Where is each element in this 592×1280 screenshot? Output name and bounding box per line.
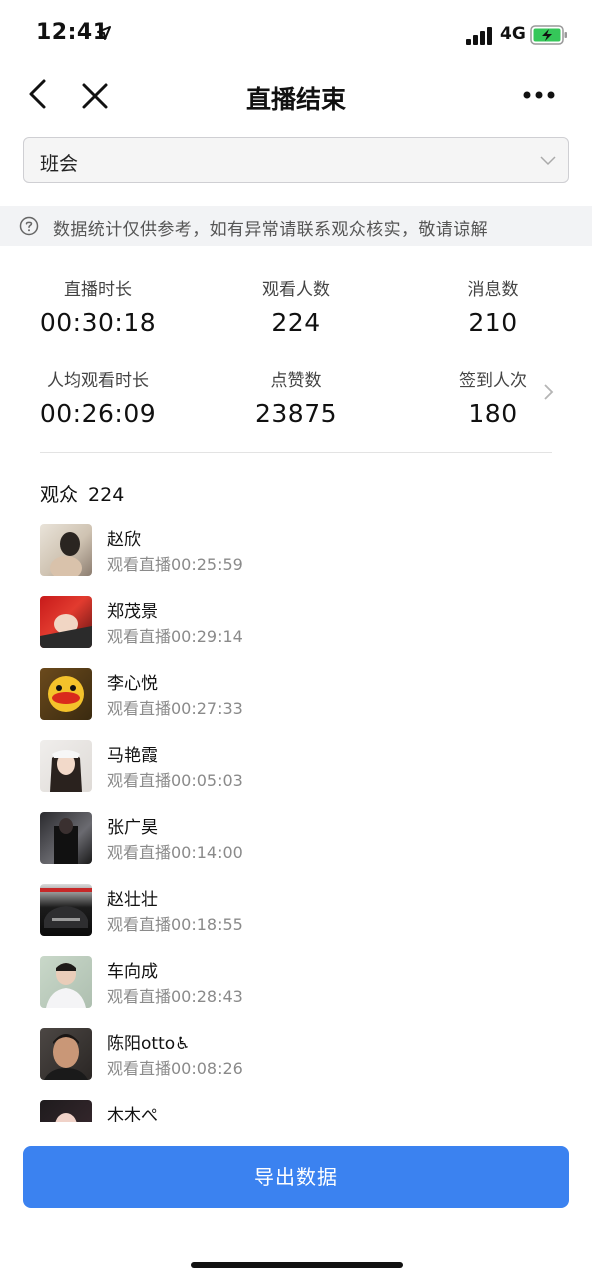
bottom-bar: 导出数据 <box>0 1122 592 1280</box>
page-title: 直播结束 <box>245 85 346 114</box>
stat-label: 点赞数 <box>270 371 322 391</box>
list-item[interactable]: 陈阳otto♿ 观看直播00:08:26 <box>40 1026 560 1086</box>
stat-value: 224 <box>271 308 321 337</box>
viewer-name: 赵欣 <box>107 530 141 550</box>
stat-label: 人均观看时长 <box>47 371 149 391</box>
viewer-watch-time: 观看直播00:08:26 <box>107 1059 243 1078</box>
nav-bar: 直播结束 <box>0 66 592 126</box>
stat-value: 23875 <box>254 399 338 428</box>
stat-avg-watch-duration: 人均观看时长 00:26:09 <box>8 366 188 428</box>
stat-value: 180 <box>468 399 518 428</box>
avatar <box>40 884 92 936</box>
stat-value: 00:26:09 <box>39 399 157 428</box>
network-label: 4G <box>500 24 526 44</box>
export-data-button[interactable]: 导出数据 <box>23 1146 569 1208</box>
notice-bar: 数据统计仅供参考，如有异常请联系观众核实，敬请谅解 <box>0 206 592 246</box>
battery-charging-icon <box>530 25 567 45</box>
viewer-name: 赵壮壮 <box>107 890 158 910</box>
viewer-watch-time: 观看直播00:25:59 <box>107 555 243 574</box>
list-item[interactable]: 车向成 观看直播00:28:43 <box>40 954 560 1014</box>
viewer-watch-time: 观看直播00:27:33 <box>107 699 243 718</box>
avatar <box>40 740 92 792</box>
avatar <box>40 596 92 648</box>
viewer-name: 郑茂景 <box>107 602 158 622</box>
avatar <box>40 524 92 576</box>
session-select[interactable]: 班会 <box>23 137 569 183</box>
stat-value: 00:30:18 <box>39 308 157 337</box>
avatar <box>40 812 92 864</box>
list-item[interactable]: 木木ぺ <box>40 1098 560 1122</box>
divider <box>40 452 552 453</box>
chevron-down-icon <box>540 156 556 166</box>
avatar <box>40 1028 92 1080</box>
audience-title: 观众 <box>40 484 79 506</box>
stat-label: 消息数 <box>467 280 519 300</box>
list-item[interactable]: 赵欣 观看直播00:25:59 <box>40 522 560 582</box>
stat-viewers: 观看人数 224 <box>206 275 386 337</box>
question-icon <box>19 216 39 236</box>
signal-icon <box>466 27 492 45</box>
avatar <box>40 668 92 720</box>
chevron-right-icon[interactable] <box>541 383 555 401</box>
avatar <box>40 1100 92 1122</box>
audience-count: 224 <box>88 484 125 506</box>
stat-messages: 消息数 210 <box>403 275 583 337</box>
status-bar: 12:41 4G <box>0 0 592 66</box>
stat-label: 观看人数 <box>262 280 330 300</box>
viewer-name: 陈阳otto♿ <box>107 1034 191 1054</box>
stat-live-duration: 直播时长 00:30:18 <box>8 275 188 337</box>
notice-text: 数据统计仅供参考，如有异常请联系观众核实，敬请谅解 <box>53 220 488 240</box>
location-arrow-icon <box>97 26 111 40</box>
list-item[interactable]: 李心悦 观看直播00:27:33 <box>40 666 560 726</box>
viewer-name: 张广昊 <box>107 818 158 838</box>
select-value: 班会 <box>40 153 79 175</box>
viewer-name: 车向成 <box>107 962 158 982</box>
viewer-name: 李心悦 <box>107 674 158 694</box>
home-indicator[interactable] <box>191 1262 403 1268</box>
list-item[interactable]: 马艳霞 观看直播00:05:03 <box>40 738 560 798</box>
viewer-watch-time: 观看直播00:29:14 <box>107 627 243 646</box>
list-item[interactable]: 赵壮壮 观看直播00:18:55 <box>40 882 560 942</box>
stat-checkins[interactable]: 签到人次 180 <box>403 366 583 428</box>
viewer-watch-time: 观看直播00:14:00 <box>107 843 243 862</box>
more-icon[interactable] <box>518 80 560 110</box>
avatar <box>40 956 92 1008</box>
viewer-watch-time: 观看直播00:28:43 <box>107 987 243 1006</box>
viewer-list[interactable]: 赵欣 观看直播00:25:59 郑茂景 观看直播00:29:14 李心悦 观看直… <box>0 522 592 1122</box>
stat-likes: 点赞数 23875 <box>206 366 386 428</box>
viewer-watch-time: 观看直播00:18:55 <box>107 915 243 934</box>
stat-label: 直播时长 <box>64 280 132 300</box>
list-item[interactable]: 张广昊 观看直播00:14:00 <box>40 810 560 870</box>
stat-value: 210 <box>468 308 518 337</box>
viewer-name: 马艳霞 <box>107 746 158 766</box>
stat-label: 签到人次 <box>459 371 527 391</box>
viewer-watch-time: 观看直播00:05:03 <box>107 771 243 790</box>
list-item[interactable]: 郑茂景 观看直播00:29:14 <box>40 594 560 654</box>
audience-header: 观众 224 <box>40 480 134 507</box>
viewer-name: 木木ぺ <box>107 1106 158 1122</box>
